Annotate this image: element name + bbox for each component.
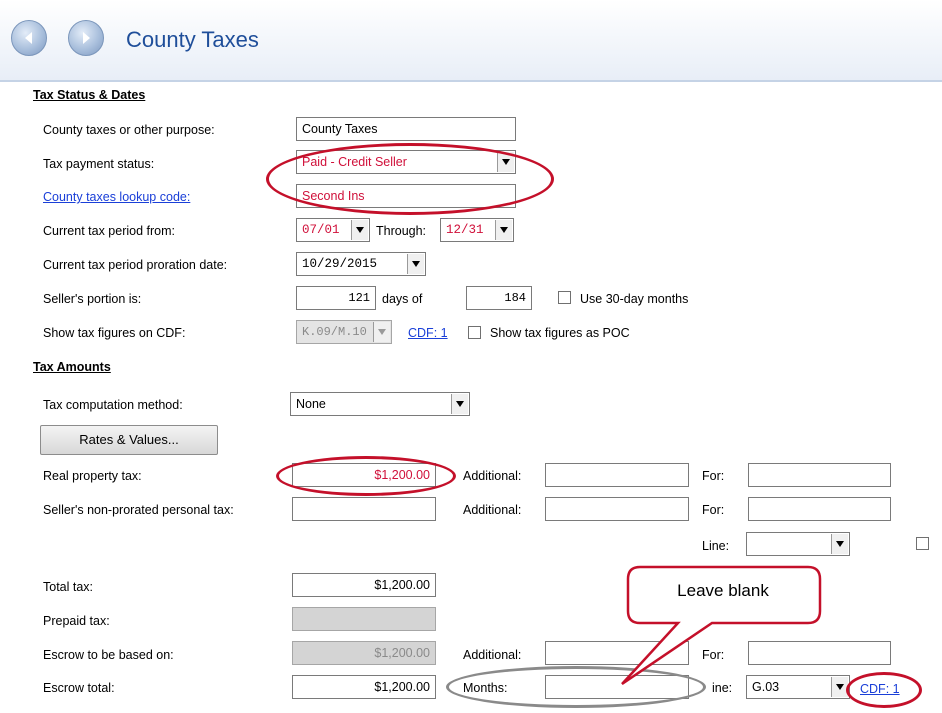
callout-text: Leave blank (677, 581, 769, 600)
